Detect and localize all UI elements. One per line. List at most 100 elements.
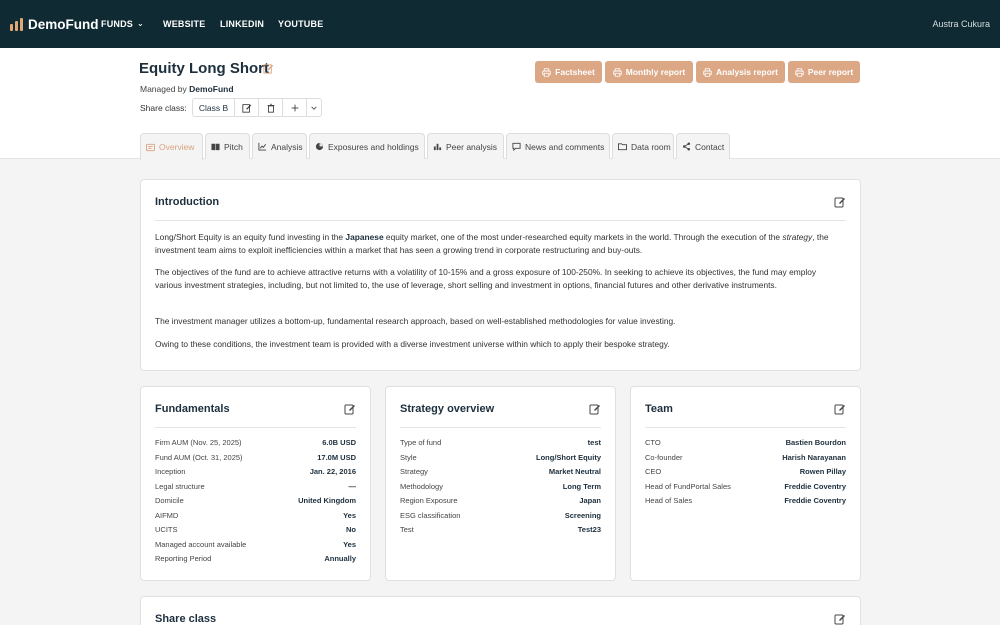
team-row: Head of Sales Freddie Coventry <box>645 496 846 505</box>
introduction-title: Introduction <box>155 196 220 208</box>
delete-share-class-button[interactable] <box>259 99 283 116</box>
peer-report-label: Peer report <box>807 67 854 77</box>
tab-overview[interactable]: Overview <box>140 133 203 160</box>
chart-icon <box>258 142 267 151</box>
share-icon <box>682 142 691 151</box>
chevron-down-icon: ⌄ <box>137 19 144 28</box>
fundamentals-row: Legal structure — <box>155 482 356 491</box>
share-class-value[interactable]: Class B <box>193 99 235 116</box>
row-value: Bastien Bourdon <box>785 438 846 447</box>
intro-text: equity market, one of the most under-res… <box>383 232 783 242</box>
edit-title-icon[interactable] <box>263 63 274 74</box>
edit-share-class-button[interactable] <box>235 99 259 116</box>
managed-by: Managed by DemoFund <box>140 84 234 94</box>
edit-icon[interactable] <box>834 196 846 208</box>
row-value: Harish Narayanan <box>782 452 846 462</box>
chevron-down-icon <box>311 105 317 110</box>
strategy-title: Strategy overview <box>400 403 495 415</box>
introduction-card: Introduction Long/Short Equity is an equ… <box>140 179 861 371</box>
logo[interactable]: DemoFund <box>10 17 99 32</box>
row-label: Fund AUM (Oct. 31, 2025) <box>155 452 243 462</box>
intro-italic-text: strategy <box>782 232 813 242</box>
divider <box>645 427 846 428</box>
user-menu[interactable]: Austra Cukura <box>932 19 990 29</box>
row-value: Long Term <box>562 481 601 491</box>
row-label: AIFMD <box>155 510 179 520</box>
team-row: CTO Bastien Bourdon <box>645 438 846 447</box>
strategy-row: Methodology Long Term <box>400 482 601 491</box>
tab-news[interactable]: News and comments <box>506 133 610 159</box>
row-value: Yes <box>343 539 356 549</box>
logo-icon <box>10 17 23 31</box>
row-label: Domicile <box>155 496 184 505</box>
nav-youtube[interactable]: YOUTUBE <box>278 19 323 29</box>
printer-icon <box>613 67 622 77</box>
share-class-selector: Class B <box>192 98 322 117</box>
analysis-report-label: Analysis report <box>716 67 778 77</box>
nav-website[interactable]: WEBSITE <box>163 19 205 29</box>
row-value: Yes <box>343 510 356 520</box>
share-class-dropdown[interactable] <box>307 99 321 116</box>
divider <box>400 427 601 428</box>
folder-icon <box>618 143 627 151</box>
analysis-report-button[interactable]: Analysis report <box>696 61 785 83</box>
peer-report-button[interactable]: Peer report <box>788 61 860 83</box>
row-label: Inception <box>155 467 186 476</box>
fundamentals-row: UCITS No <box>155 525 356 534</box>
monthly-report-button[interactable]: Monthly report <box>605 61 693 83</box>
row-label: ESG classification <box>400 510 461 520</box>
tab-analysis[interactable]: Analysis <box>252 133 307 159</box>
row-label: Head of Sales <box>645 496 693 505</box>
row-label: Strategy <box>400 467 428 476</box>
team-title: Team <box>645 403 673 415</box>
row-label: Head of FundPortal Sales <box>645 481 731 491</box>
intro-paragraph-3: The investment manager utilizes a bottom… <box>155 316 676 326</box>
bars-icon <box>433 143 442 151</box>
comment-icon <box>512 142 521 151</box>
fundamentals-row: Firm AUM (Nov. 25, 2025) 6.0B USD <box>155 438 356 447</box>
edit-icon[interactable] <box>834 613 846 625</box>
tab-contact-label: Contact <box>695 141 725 152</box>
row-value: Freddie Coventry <box>784 496 846 505</box>
row-value: Annually <box>324 554 356 563</box>
edit-icon <box>241 103 251 113</box>
tab-data-room[interactable]: Data room <box>612 133 674 159</box>
nav-linkedin[interactable]: LINKEDIN <box>220 19 264 29</box>
row-value: Freddie Coventry <box>784 481 846 491</box>
fundamentals-title: Fundamentals <box>155 403 230 415</box>
share-class-card: Share class <box>140 596 861 625</box>
tab-pitch-label: Pitch <box>224 141 243 152</box>
intro-paragraph-1: Long/Short Equity is an equity fund inve… <box>155 231 835 257</box>
factsheet-button[interactable]: Factsheet <box>535 61 602 83</box>
page-title: Equity Long Short <box>139 60 269 77</box>
monthly-report-label: Monthly report <box>625 67 686 77</box>
row-value: United Kingdom <box>298 496 356 505</box>
row-value: Jan. 22, 2016 <box>309 467 356 476</box>
edit-icon[interactable] <box>834 403 846 415</box>
tab-exposures[interactable]: Exposures and holdings <box>309 133 425 159</box>
row-label: Region Exposure <box>400 496 458 505</box>
nav-funds[interactable]: FUNDS ⌄ <box>101 19 144 29</box>
tab-peer-analysis[interactable]: Peer analysis <box>427 133 504 159</box>
share-class-title: Share class <box>155 613 217 625</box>
row-value: Japan <box>579 496 601 505</box>
manager-name[interactable]: DemoFund <box>189 84 233 94</box>
fundamentals-row: Inception Jan. 22, 2016 <box>155 467 356 476</box>
printer-icon <box>542 67 551 77</box>
tab-data-room-label: Data room <box>631 141 671 152</box>
add-share-class-button[interactable] <box>283 99 307 116</box>
edit-icon[interactable] <box>589 403 601 415</box>
row-label: Test <box>400 525 414 534</box>
fundamentals-row: Reporting Period Annually <box>155 554 356 563</box>
tab-pitch[interactable]: Pitch <box>205 133 250 159</box>
printer-icon <box>703 67 712 77</box>
tab-contact[interactable]: Contact <box>676 133 730 159</box>
plus-icon <box>291 104 298 111</box>
team-row: Co-founder Harish Narayanan <box>645 453 846 462</box>
strategy-row: Strategy Market Neutral <box>400 467 601 476</box>
book-icon <box>211 143 220 151</box>
strategy-row: Style Long/Short Equity <box>400 453 601 462</box>
tab-analysis-label: Analysis <box>271 141 303 152</box>
row-value: 17.0M USD <box>317 452 356 462</box>
edit-icon[interactable] <box>344 403 356 415</box>
